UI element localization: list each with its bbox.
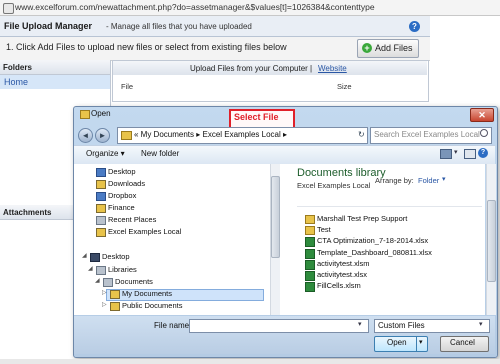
website-tab-link[interactable]: Website [318,64,347,73]
close-icon[interactable]: ✕ [470,108,494,122]
nav-item[interactable]: Excel Examples Local [108,227,181,236]
address-folder-icon [121,131,132,140]
expand-arrow-icon[interactable]: ◢ [95,277,100,284]
desktop-icon [96,168,106,177]
nav-item[interactable]: Desktop [102,252,130,261]
file-list-item[interactable]: Test [317,225,331,234]
file-list-item[interactable]: CTA Optimization_7-18-2014.xlsx [317,236,428,245]
forward-button[interactable]: ► [95,128,110,143]
nav-item[interactable]: My Documents [122,289,172,298]
cancel-button-label[interactable]: Cancel [450,338,475,347]
arrange-by-dropdown[interactable]: Folder [418,176,439,185]
nav-item[interactable]: Dropbox [108,191,136,200]
file-list-item[interactable]: activitytest.xlsm [317,259,370,268]
file-list-item[interactable]: Template_Dashboard_080811.xlsx [317,248,432,257]
instruction-text: 1. Click Add Files to upload new files o… [6,42,287,52]
nav-item[interactable]: Libraries [108,265,137,274]
nav-scrollbar-thumb[interactable] [271,176,280,258]
search-icon[interactable] [480,129,488,137]
tab-separator: | [310,64,313,73]
preview-pane-icon[interactable] [464,149,476,159]
help-icon[interactable]: ? [478,148,488,158]
file-name-input[interactable] [189,319,369,333]
nav-item[interactable]: Public Documents [122,301,182,310]
content-scrollbar-thumb[interactable] [487,200,496,282]
expand-arrow-icon[interactable]: ▷ [102,301,107,308]
organize-button[interactable]: Organize ▾ [86,149,125,158]
library-title: Documents library [297,167,386,179]
chevron-down-icon[interactable]: ▾ [419,338,423,346]
dialog-title: Open [91,109,111,118]
recent-places-icon [96,216,106,225]
nav-item[interactable]: Desktop [108,167,136,176]
excel-file-icon [305,237,315,247]
file-list-item[interactable]: Marshall Test Prep Support [317,214,407,223]
new-folder-button[interactable]: New folder [141,149,179,158]
file-list-item[interactable]: FillCells.xlsm [317,281,361,290]
back-button[interactable]: ◄ [78,128,93,143]
expand-arrow-icon[interactable]: ◢ [88,265,93,272]
search-placeholder[interactable]: Search Excel Examples Local [374,130,480,139]
browser-status-bar [0,359,500,364]
folder-icon [305,226,315,235]
libraries-icon [96,266,106,275]
chevron-down-icon[interactable]: ▾ [479,320,483,328]
chevron-down-icon[interactable]: ▾ [358,320,362,328]
file-name-label: File name: [154,321,192,330]
library-subtitle: Excel Examples Local [297,181,371,190]
folder-icon [96,204,106,213]
folder-icon [110,302,120,311]
url-text[interactable]: www.excelforum.com/newattachment.php?do=… [15,2,375,12]
attachments-label: Attachments [3,208,52,217]
excel-file-icon [305,249,315,259]
dropbox-icon [96,192,106,201]
excel-file-icon [305,260,315,270]
select-file-label: Select File [234,112,279,122]
folder-item-home-label[interactable]: Home [4,77,28,87]
downloads-icon [96,180,106,189]
file-type-value[interactable]: Custom Files [378,321,425,330]
folder-icon [110,290,120,299]
folder-icon [96,228,106,237]
help-icon[interactable]: ? [409,21,420,32]
add-icon: + [362,43,372,53]
excel-file-icon [305,271,315,281]
nav-item[interactable]: Documents [115,277,153,286]
nav-item[interactable]: Downloads [108,179,145,188]
open-button-split [416,336,417,352]
excel-file-icon [305,282,315,292]
view-options-icon[interactable] [440,149,452,159]
nav-item[interactable]: Finance [108,203,135,212]
desktop-icon [90,253,100,262]
dialog-toolbar [74,145,495,165]
upload-computer-tab[interactable]: Upload Files from your Computer [190,64,308,73]
expand-arrow-icon[interactable]: ◢ [82,252,87,259]
chevron-down-icon[interactable]: ▾ [442,175,446,183]
arrange-by-label: Arrange by: [375,176,414,185]
breadcrumb[interactable]: « My Documents ▸ Excel Examples Local ▸ [134,130,287,139]
expand-arrow-icon[interactable]: ▷ [102,289,107,296]
name-column-header[interactable] [297,196,482,207]
folder-icon [305,215,315,224]
add-files-button[interactable]: + Add Files [357,39,419,58]
dialog-folder-icon [80,110,90,119]
file-column-header: File [121,82,134,91]
nav-item[interactable]: Recent Places [108,215,156,224]
file-list-item[interactable]: activitytest.xlsx [317,270,367,279]
upload-manager-subtitle: - Manage all files that you have uploade… [106,22,252,31]
open-button-label[interactable]: Open [387,338,407,347]
size-column-header: Size [337,82,352,91]
page-icon [3,3,14,14]
refresh-icon[interactable]: ↻ [358,130,365,139]
chevron-down-icon[interactable]: ▾ [454,148,458,156]
add-files-label: Add Files [375,43,413,53]
upload-manager-title: File Upload Manager [4,21,93,31]
folders-label: Folders [3,63,32,72]
documents-icon [103,278,113,287]
